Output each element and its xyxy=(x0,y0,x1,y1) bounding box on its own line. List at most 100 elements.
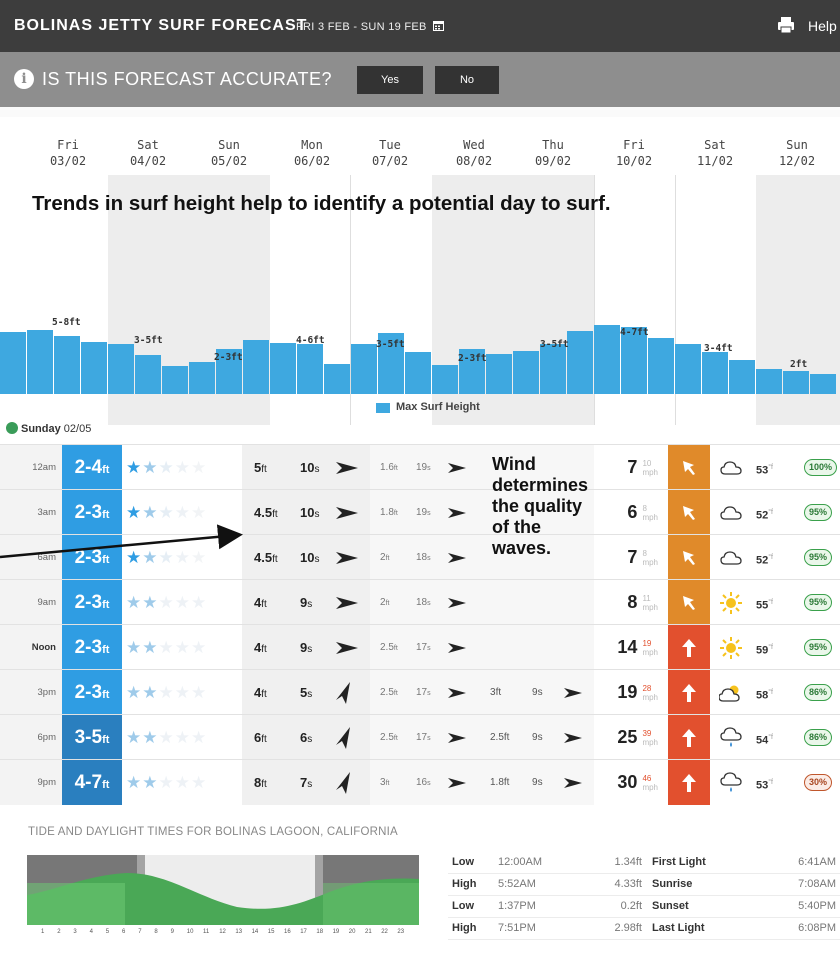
day-header[interactable]: Thu 09/02 xyxy=(523,137,583,169)
no-button[interactable]: No xyxy=(435,66,499,94)
daylight-label: Sunrise xyxy=(652,878,693,890)
daylight-time: 6:08PM xyxy=(798,922,836,934)
surf-range: 2-3 xyxy=(74,592,103,613)
primary-swell-period: 10s xyxy=(300,460,320,475)
calendar-icon[interactable] xyxy=(433,20,445,31)
tide-hour-tick: 12 xyxy=(219,929,226,935)
surf-range: 4-7 xyxy=(74,772,103,793)
wind-direction xyxy=(668,580,710,625)
surf-range: 2-3 xyxy=(74,682,103,703)
table-row[interactable]: 3am 2-3ft ★★★★★ 4.5ft 10s 1.8ft 19s 6 8 mph 52°f 9… xyxy=(0,489,840,535)
wind-speed: 6 8 mph xyxy=(594,490,666,535)
date-range[interactable]: FRI 3 FEB - SUN 19 FEB xyxy=(296,20,445,33)
day-header[interactable]: Fri 03/02 xyxy=(38,137,98,169)
wind-gust: 46 xyxy=(642,774,652,784)
day-header[interactable]: Fri 10/02 xyxy=(604,137,664,169)
probability-badge: 95% xyxy=(804,549,833,567)
day-name: Fri xyxy=(623,138,645,152)
surf-height: 2-3ft xyxy=(62,625,122,670)
table-row[interactable]: 6pm 3-5ft ★★★★★ 6ft 6s 2.5ft 17s 2.5ft 9s 25 39 mp… xyxy=(0,714,840,760)
day-date: 11/02 xyxy=(696,154,734,168)
tide-hour-tick: 20 xyxy=(349,929,356,935)
primary-swell: 5ft 10s xyxy=(242,445,370,490)
probability-badge: 86% xyxy=(804,729,833,747)
daylight-time: 5:40PM xyxy=(798,900,836,912)
swell-direction-icon xyxy=(336,551,358,564)
table-row[interactable]: 9pm 4-7ft ★★★★★ 8ft 7s 3ft 16s 1.8ft 9s 30 46 mph 5… xyxy=(0,759,840,805)
swell-direction-icon xyxy=(564,777,582,788)
wind-unit: mph xyxy=(642,513,658,523)
selected-day-header[interactable]: Sunday 02/05 xyxy=(6,422,91,435)
table-row[interactable]: 6am 2-3ft ★★★★★ 4.5ft 10s 2ft 18s 7 8 mph 52°f 95% xyxy=(0,534,840,580)
surf-bar xyxy=(594,325,620,394)
chevron-up-icon[interactable] xyxy=(6,422,18,434)
wind-direction-icon xyxy=(682,683,696,702)
rain-cloud-icon xyxy=(720,772,742,792)
daylight-time: 7:08AM xyxy=(798,878,836,890)
help-link[interactable]: Help xyxy=(808,18,837,34)
surf-bar xyxy=(675,344,701,394)
day-header[interactable]: Sat 04/02 xyxy=(118,137,178,169)
probability-badge: 30% xyxy=(804,774,833,792)
row-time: 6am xyxy=(0,535,62,580)
tide-hour-tick: 8 xyxy=(154,929,158,935)
swell-direction-icon xyxy=(448,642,466,653)
weather xyxy=(716,490,746,535)
rating-stars: ★★★★★ xyxy=(126,728,208,747)
wind-speed-value: 19 xyxy=(617,682,638,702)
surf-trend-annotation: Trends in surf height help to identify a… xyxy=(32,192,611,215)
primary-swell: 4.5ft 10s xyxy=(242,490,370,535)
primary-swell: 6ft 6s xyxy=(242,715,370,760)
surf-bar xyxy=(648,337,674,394)
print-icon[interactable] xyxy=(776,15,796,35)
day-date: 06/02 xyxy=(293,154,331,168)
wind-speed: 7 8 mph xyxy=(594,535,666,580)
row-time: 3pm xyxy=(0,670,62,715)
day-header[interactable]: Tue 07/02 xyxy=(360,137,420,169)
surf-height: 2-3ft xyxy=(62,670,122,715)
table-row[interactable]: Noon 2-3ft ★★★★★ 4ft 9s 2.5ft 17s 14 19 mph 59°f 9… xyxy=(0,624,840,670)
day-header[interactable]: Sun 12/02 xyxy=(767,137,827,169)
forecast-table: 12am 2-4ft ★★★★★ 5ft 10s 1.6ft 19s 7 10 mph 53°f 1… xyxy=(0,444,840,805)
probability: 30% xyxy=(804,760,840,805)
primary-swell-period: 5s xyxy=(300,685,313,700)
tide-hour-tick: 1 xyxy=(41,929,45,935)
day-header[interactable]: Sat 11/02 xyxy=(685,137,745,169)
wind-gust: 8 xyxy=(642,549,647,559)
tide-hour-tick: 3 xyxy=(73,929,77,935)
surf-bar xyxy=(243,340,269,394)
cloud-icon xyxy=(720,506,742,520)
wind-direction-icon xyxy=(683,505,695,520)
tide-hour-tick: 22 xyxy=(381,929,388,935)
surf-unit: ft xyxy=(102,599,110,611)
surf-bar xyxy=(297,344,323,394)
daylight-label: Last Light xyxy=(652,922,705,934)
day-header[interactable]: Sun 05/02 xyxy=(199,137,259,169)
table-row[interactable]: 3pm 2-3ft ★★★★★ 4ft 5s 2.5ft 17s 3ft 9s 19 28 mph 5… xyxy=(0,669,840,715)
day-header[interactable]: Wed 08/02 xyxy=(444,137,504,169)
table-row[interactable]: 12am 2-4ft ★★★★★ 5ft 10s 1.6ft 19s 7 10 mph 53°f 1… xyxy=(0,444,840,490)
tide-hour-tick: 18 xyxy=(316,929,323,935)
wind-speed: 14 19 mph xyxy=(594,625,666,670)
day-header[interactable]: Mon 06/02 xyxy=(282,137,342,169)
tertiary-swell-period: 9s xyxy=(532,687,543,698)
day-name: Fri xyxy=(57,138,79,152)
yes-button[interactable]: Yes xyxy=(357,66,423,94)
primary-swell: 4ft 9s xyxy=(242,625,370,670)
primary-swell-height: 4.5ft xyxy=(254,505,278,520)
surf-bar xyxy=(270,343,296,394)
wind-direction xyxy=(668,445,710,490)
bar-day-label: 3-5ft xyxy=(540,339,569,350)
swell-direction-icon xyxy=(336,506,358,519)
probability-badge: 95% xyxy=(804,594,833,612)
tide-hour-tick: 4 xyxy=(90,929,94,935)
swell-direction-icon xyxy=(448,507,466,518)
table-row[interactable]: 9am 2-3ft ★★★★★ 4ft 9s 2ft 18s 8 11 mph 55°f 95% xyxy=(0,579,840,625)
daylight-label: First Light xyxy=(652,856,706,868)
tide-type: Low xyxy=(452,900,474,912)
primary-swell: 4ft 9s xyxy=(242,580,370,625)
tide-hour-tick: 10 xyxy=(187,929,194,935)
weather xyxy=(716,760,746,805)
secondary-swell-period: 19s xyxy=(416,462,431,473)
surf-bar xyxy=(783,370,809,394)
